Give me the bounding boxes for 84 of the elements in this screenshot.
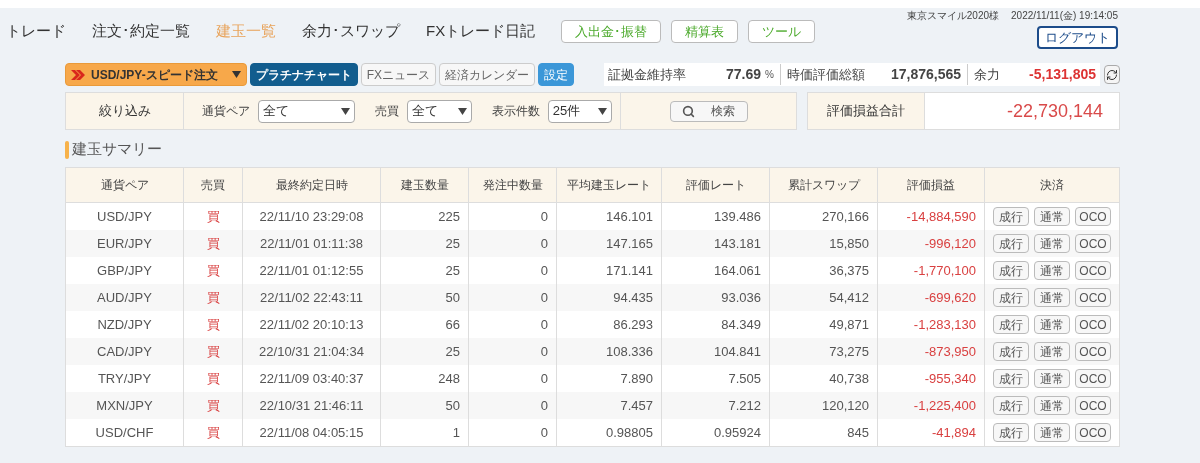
settle-button[interactable]: OCO <box>1075 234 1111 253</box>
table-cell: 0 <box>469 419 557 446</box>
stat-label: 余力 <box>974 65 1001 84</box>
logout-button[interactable]: ログアウト <box>1037 26 1118 49</box>
nav-tab[interactable]: FXトレード日記 <box>426 20 536 43</box>
filter-select[interactable]: 25件 <box>547 99 612 123</box>
table-cell: 0.98805 <box>557 419 662 446</box>
settle-button[interactable]: 通常 <box>1034 342 1070 361</box>
settle-button[interactable]: 通常 <box>1034 315 1070 334</box>
settle-button[interactable]: OCO <box>1075 342 1111 361</box>
double-chevron-icon <box>71 69 85 80</box>
filter-label: 通貨ペア <box>202 103 250 120</box>
settle-button[interactable]: OCO <box>1075 207 1111 226</box>
filter-select[interactable]: 全て <box>406 99 472 123</box>
settle-button[interactable]: OCO <box>1075 369 1111 388</box>
table-cell: 買 <box>184 419 243 446</box>
column-header: 通貨ペア <box>66 168 184 202</box>
table-cell: 845 <box>770 419 878 446</box>
filter-title: 絞り込み <box>66 93 184 129</box>
settle-button[interactable]: 通常 <box>1034 396 1070 415</box>
filter-label: 表示件数 <box>491 103 540 120</box>
column-header: 平均建玉レート <box>557 168 662 202</box>
settle-button[interactable]: OCO <box>1075 315 1111 334</box>
table-cell: 0.95924 <box>662 419 770 446</box>
dropdown-caret-icon <box>231 71 241 78</box>
settle-button[interactable]: 通常 <box>1034 234 1070 253</box>
column-header: 決済 <box>1039 177 1065 194</box>
refresh-button[interactable] <box>1104 65 1120 84</box>
toolbar-button[interactable]: プラチナチャート <box>249 63 358 86</box>
settle-button[interactable]: 成行 <box>993 423 1029 442</box>
settle-button[interactable]: 通常 <box>1034 207 1070 226</box>
table-cell: 1 <box>381 419 469 446</box>
filter-label: 売買 <box>374 103 399 120</box>
settle-button[interactable]: 成行 <box>993 288 1029 307</box>
total-value: -22,730,144 <box>1005 99 1104 123</box>
settle-button[interactable]: 通常 <box>1034 369 1070 388</box>
column-header: 評価損益 <box>878 168 985 202</box>
column-header: 評価レート <box>662 168 770 202</box>
refresh-icon <box>1106 68 1118 81</box>
nav-tab[interactable]: 注文･約定一覧 <box>92 20 190 43</box>
table-cell: USD/CHF <box>66 419 184 446</box>
filter-select[interactable]: 全て <box>258 99 355 123</box>
toolbar-button[interactable]: FXニュース <box>360 63 437 86</box>
dropdown-caret-icon <box>457 107 467 115</box>
nav-tab[interactable]: 余力･スワップ <box>302 20 400 43</box>
stat-unit: % <box>765 68 774 82</box>
settle-button[interactable]: OCO <box>1075 423 1111 442</box>
dropdown-caret-icon <box>598 107 607 115</box>
stat-label: 時価評価総額 <box>787 65 865 84</box>
settle-button[interactable]: 成行 <box>993 315 1029 334</box>
section-title: 建玉サマリー <box>72 139 162 160</box>
date-time: 2022/11/11(金) 19:14:05 <box>1011 9 1118 23</box>
table-cell: -41,894 <box>878 419 985 446</box>
settle-button[interactable]: OCO <box>1075 288 1111 307</box>
toolbar-button[interactable]: 経済カレンダー <box>439 63 536 86</box>
column-header: 建玉数量 <box>381 168 469 202</box>
settle-button[interactable]: 成行 <box>993 234 1029 253</box>
stat-value: 77.69 <box>726 65 762 84</box>
dropdown-caret-icon <box>340 107 350 115</box>
stat-label: 証拠金維持率 <box>608 65 687 84</box>
search-icon <box>682 104 695 118</box>
settle-button[interactable]: 通常 <box>1034 423 1070 442</box>
settle-button[interactable]: 成行 <box>993 369 1029 388</box>
total-label: 評価損益合計 <box>808 93 925 129</box>
column-header: 累計スワップ <box>770 168 878 202</box>
stat-value: 17,876,565 <box>891 65 962 84</box>
settle-button[interactable]: OCO <box>1075 261 1111 280</box>
settle-button[interactable]: 成行 <box>993 207 1029 226</box>
column-header: 売買 <box>184 168 243 202</box>
search-button[interactable]: 検索 <box>669 100 748 122</box>
settle-button[interactable]: 成行 <box>993 342 1029 361</box>
nav-tab[interactable]: トレード <box>6 20 66 43</box>
speed-order-button[interactable]: USD/JPY-スピード注文 <box>65 63 247 86</box>
section-marker <box>65 140 69 159</box>
stat-value: -5,131,805 <box>1029 65 1096 84</box>
settle-button[interactable]: OCO <box>1075 396 1111 415</box>
column-header: 発注中数量 <box>469 168 557 202</box>
settle-button[interactable]: 通常 <box>1034 261 1070 280</box>
settle-button[interactable]: 成行 <box>993 396 1029 415</box>
table-cell: 22/11/08 04:05:15 <box>243 419 381 446</box>
column-header: 最終約定日時 <box>243 168 381 202</box>
settle-button[interactable]: 通常 <box>1034 288 1070 307</box>
user-name: 東京スマイル2020様 <box>906 9 1000 23</box>
settle-button[interactable]: 成行 <box>993 261 1029 280</box>
